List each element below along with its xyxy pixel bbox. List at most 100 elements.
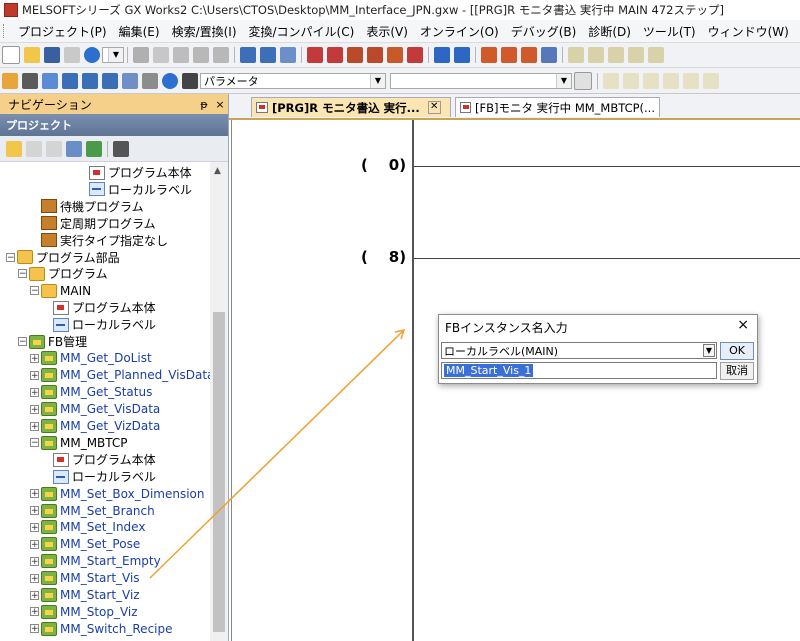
tree-item[interactable]: + MM_Switch_Recipe bbox=[30, 620, 173, 637]
open-folder-icon[interactable] bbox=[24, 47, 40, 63]
toolbar-dropdown[interactable]: ▼ bbox=[102, 47, 124, 63]
paste-data-icon[interactable] bbox=[46, 140, 62, 157]
expand-icon[interactable]: + bbox=[30, 539, 39, 549]
ladder-sf5-icon[interactable] bbox=[623, 72, 639, 89]
navigation-toggle-icon[interactable] bbox=[2, 72, 18, 89]
tree-item[interactable]: + MM_Start_Vis bbox=[30, 570, 140, 587]
tree-item[interactable]: 待機プログラム bbox=[30, 198, 144, 215]
tree-item[interactable]: − プログラム部品 bbox=[6, 249, 120, 266]
menu-compile[interactable]: 変換/コンパイル(C) bbox=[243, 23, 361, 40]
device-write-icon[interactable] bbox=[240, 47, 256, 63]
tab-prg-main[interactable]: [PRG]R モニタ書込 実行... ✕ bbox=[251, 97, 451, 117]
copy-icon[interactable] bbox=[153, 47, 169, 63]
paste-icon[interactable] bbox=[173, 47, 189, 63]
expand-icon[interactable]: + bbox=[30, 353, 39, 363]
tree-item[interactable]: + MM_Set_Index bbox=[30, 519, 145, 536]
display-icon[interactable] bbox=[541, 47, 557, 63]
collapse-icon[interactable]: − bbox=[30, 286, 39, 296]
tree-options-icon[interactable] bbox=[113, 140, 129, 157]
menu-grip-handle[interactable] bbox=[3, 24, 8, 38]
cancel-button[interactable]: 取消 bbox=[720, 362, 754, 380]
scroll-up-icon[interactable]: ▲ bbox=[214, 166, 221, 176]
copy-data-icon[interactable] bbox=[26, 140, 42, 157]
cut-icon[interactable] bbox=[133, 47, 149, 63]
redo-icon[interactable] bbox=[213, 47, 229, 63]
tree-item[interactable]: + MM_Start_Empty bbox=[30, 553, 161, 570]
new-file-icon[interactable] bbox=[2, 46, 20, 64]
property-icon[interactable] bbox=[66, 140, 82, 157]
ladder-symbol-icon[interactable] bbox=[568, 47, 584, 63]
menu-view[interactable]: 表示(V) bbox=[360, 23, 414, 40]
device-entry-icon[interactable] bbox=[434, 47, 450, 63]
expand-icon[interactable]: + bbox=[30, 506, 39, 516]
expand-icon[interactable]: + bbox=[30, 624, 39, 634]
tree-item[interactable]: + MM_Get_Status bbox=[30, 384, 152, 401]
tree-scrollbar[interactable]: ▲ bbox=[210, 162, 228, 641]
tree-item[interactable]: ローカルラベル bbox=[42, 316, 156, 333]
label-window-icon[interactable] bbox=[102, 72, 118, 89]
tree-item[interactable]: − MAIN bbox=[30, 282, 91, 299]
tree-item[interactable]: + MM_Get_DoList bbox=[30, 350, 152, 367]
help-icon[interactable] bbox=[84, 47, 100, 63]
refresh-icon[interactable] bbox=[86, 140, 102, 157]
menu-diagnostics[interactable]: 診断(D) bbox=[582, 23, 637, 40]
monitor-stop-icon[interactable] bbox=[407, 47, 423, 63]
ladder-coil-icon[interactable] bbox=[608, 47, 624, 63]
ladder-rung[interactable] bbox=[414, 166, 800, 167]
expand-icon[interactable]: + bbox=[30, 522, 39, 532]
menu-tool[interactable]: ツール(T) bbox=[637, 23, 702, 40]
binoculars-icon[interactable] bbox=[182, 72, 198, 89]
tree-item[interactable]: ローカルラベル bbox=[42, 468, 156, 485]
expand-icon[interactable]: + bbox=[30, 607, 39, 617]
tree-item[interactable]: + MM_Get_VisData bbox=[30, 401, 160, 418]
chevron-down-icon[interactable]: ▼ bbox=[370, 73, 385, 88]
output-window-icon[interactable] bbox=[42, 72, 58, 89]
close-icon[interactable]: × bbox=[737, 317, 749, 333]
tree-item[interactable]: プログラム本体 bbox=[42, 299, 156, 316]
collapse-icon[interactable]: − bbox=[18, 269, 27, 279]
tree-item[interactable]: − FB管理 bbox=[18, 333, 87, 350]
ok-button[interactable]: OK bbox=[720, 342, 754, 360]
tree-item[interactable]: プログラム本体 bbox=[42, 451, 156, 468]
element-selection-icon[interactable] bbox=[22, 72, 38, 89]
simulation-stop-icon[interactable] bbox=[501, 47, 517, 63]
parameter-combo[interactable]: パラメータ ▼ bbox=[200, 72, 386, 89]
tree-item[interactable]: + MM_Set_Box_Dimension bbox=[30, 485, 205, 502]
ladder-line-icon[interactable] bbox=[628, 47, 644, 63]
expand-icon[interactable]: + bbox=[30, 489, 39, 499]
simulation-start-icon[interactable] bbox=[481, 47, 497, 63]
save-icon[interactable] bbox=[44, 47, 60, 63]
write-to-plc-icon[interactable] bbox=[327, 47, 343, 63]
instance-name-input[interactable]: MM_Start_Vis_1 bbox=[441, 362, 717, 379]
device-read-icon[interactable] bbox=[260, 47, 276, 63]
expand-icon[interactable]: + bbox=[30, 556, 39, 566]
target-combo[interactable]: ▼ bbox=[390, 72, 572, 89]
undo-icon[interactable] bbox=[193, 47, 209, 63]
menu-edit[interactable]: 編集(E) bbox=[113, 23, 166, 40]
read-from-plc-icon[interactable] bbox=[307, 47, 323, 63]
tree-item[interactable]: − プログラム bbox=[18, 265, 108, 282]
tree-item[interactable]: 定周期プログラム bbox=[30, 215, 156, 232]
ladder-sf6-icon[interactable] bbox=[663, 72, 679, 89]
expand-icon[interactable]: + bbox=[30, 573, 39, 583]
menu-find-replace[interactable]: 検索/置換(I) bbox=[166, 23, 243, 40]
monitor-start-icon[interactable] bbox=[387, 47, 403, 63]
menu-online[interactable]: オンライン(O) bbox=[414, 23, 505, 40]
close-icon[interactable]: × bbox=[212, 98, 228, 111]
tree-item[interactable]: + MM_Get_Planned_VisData bbox=[30, 367, 210, 384]
expand-icon[interactable]: + bbox=[30, 404, 39, 414]
menu-window[interactable]: ウィンドウ(W) bbox=[702, 23, 795, 40]
tree-item[interactable]: − MM_MBTCP bbox=[30, 434, 128, 451]
tree-item[interactable]: + MM_Start_Viz bbox=[30, 587, 140, 604]
tree-item[interactable]: + MM_Stop_Viz bbox=[30, 603, 138, 620]
tree-item[interactable]: プログラム本体 bbox=[78, 164, 192, 181]
pin-icon[interactable]: ᵽ bbox=[196, 98, 212, 111]
print-icon[interactable] bbox=[64, 47, 80, 63]
menu-project[interactable]: プロジェクト(P) bbox=[12, 23, 113, 40]
expand-icon[interactable]: + bbox=[30, 590, 39, 600]
device-list-icon[interactable] bbox=[142, 72, 158, 89]
device-batch-icon[interactable] bbox=[454, 47, 470, 63]
ladder-f8-icon[interactable] bbox=[703, 72, 719, 89]
ladder-f7-icon[interactable] bbox=[683, 72, 699, 89]
menu-debug[interactable]: デバッグ(B) bbox=[505, 23, 583, 40]
